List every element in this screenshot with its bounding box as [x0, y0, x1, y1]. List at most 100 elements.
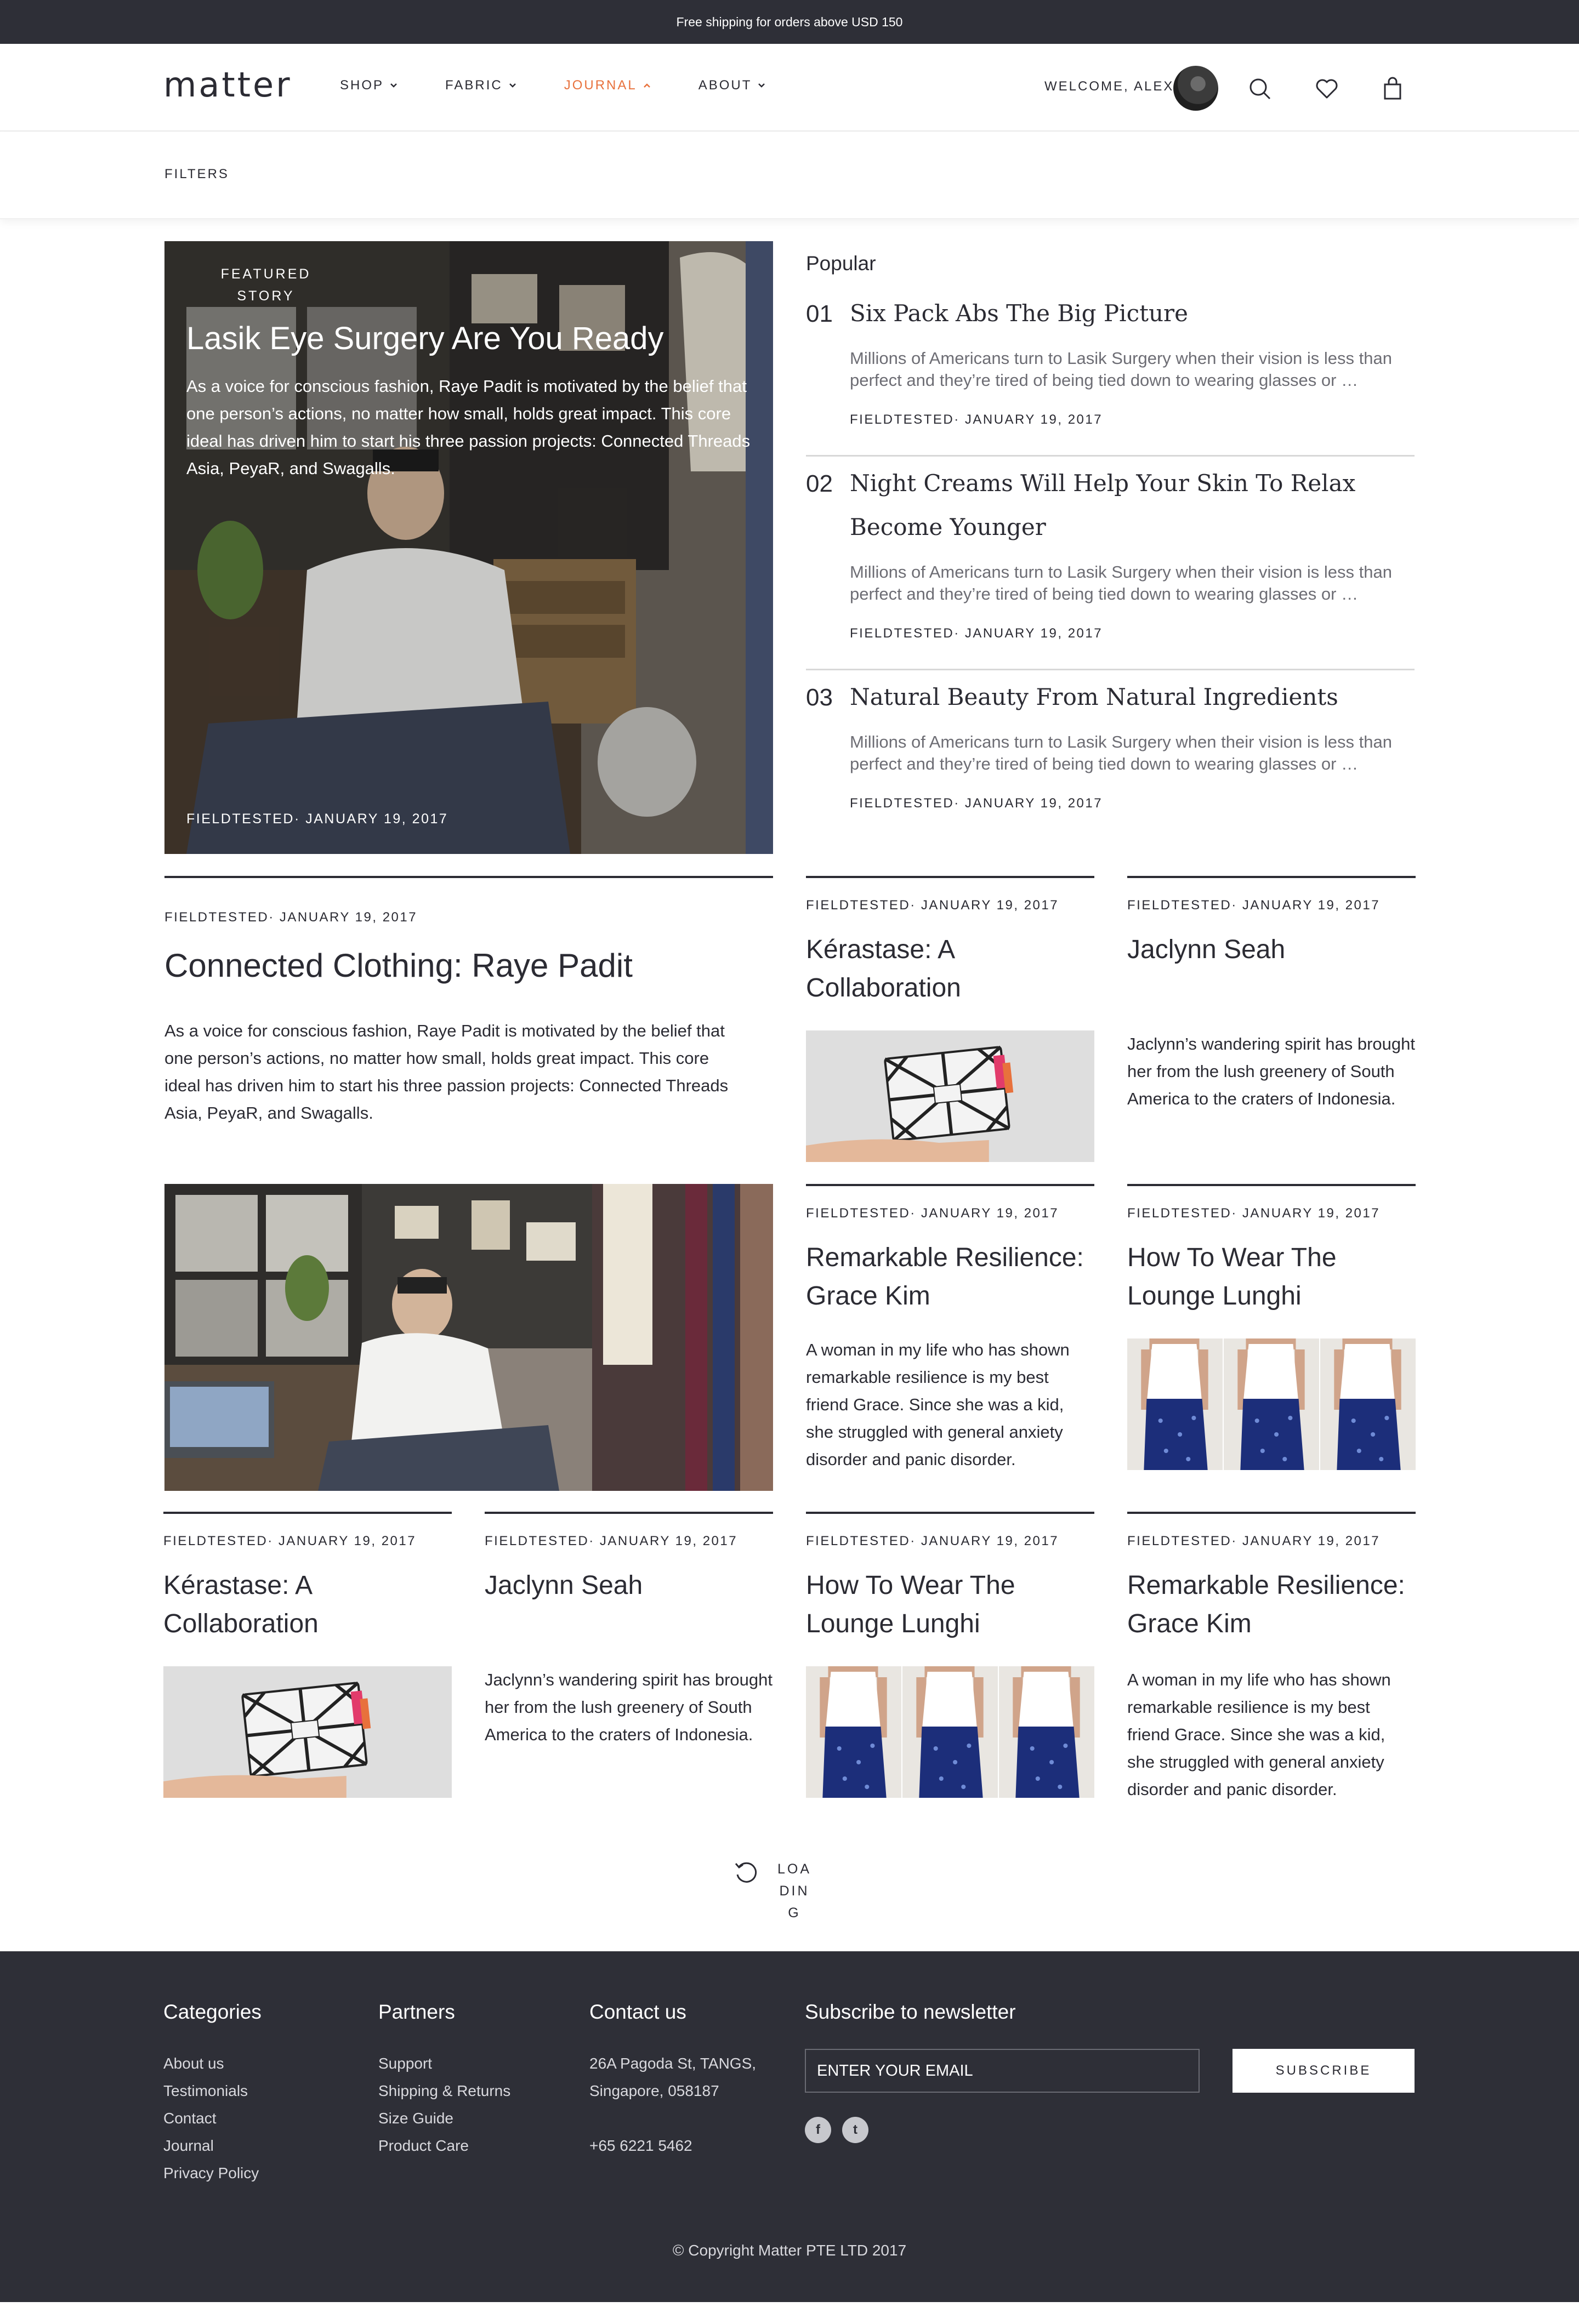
divider: [164, 876, 773, 878]
nav-item-journal[interactable]: JOURNAL: [564, 78, 652, 93]
featured-title[interactable]: Lasik Eye Surgery Are You Ready: [186, 311, 680, 366]
footer-heading: Contact us: [589, 2001, 686, 2023]
address-line: Singapore, 058187: [589, 2082, 719, 2099]
article-card-jaclynn[interactable]: FIELDTESTED· JANUARY 19, 2017 Jaclynn Se…: [1127, 876, 1416, 1161]
popular-title[interactable]: Six Pack Abs The Big Picture: [850, 292, 1415, 335]
footer-newsletter: Subscribe to newsletter: [805, 2001, 1016, 2050]
footer-link-journal[interactable]: Journal: [163, 2132, 262, 2160]
card-meta: FIELDTESTED· JANUARY 19, 2017: [485, 1534, 738, 1548]
card-meta: FIELDTESTED· JANUARY 19, 2017: [164, 910, 418, 925]
chevron-down-icon: [390, 83, 397, 88]
card-title[interactable]: How To Wear The Lounge Lunghi: [1127, 1239, 1416, 1315]
facebook-icon[interactable]: f: [805, 2117, 831, 2143]
footer-link-product-care[interactable]: Product Care: [378, 2132, 510, 2160]
avatar[interactable]: [1173, 66, 1218, 111]
footer-heading: Subscribe to newsletter: [805, 2001, 1016, 2023]
divider: [485, 1512, 773, 1514]
article-card-grace[interactable]: FIELDTESTED· JANUARY 19, 2017 Remarkable…: [806, 1184, 1094, 1480]
popular-title[interactable]: Natural Beauty From Natural Ingredients: [850, 675, 1415, 719]
popular-heading: Popular: [806, 252, 876, 275]
featured-story[interactable]: FEATURED STORY Lasik Eye Surgery Are You…: [164, 241, 773, 854]
search-icon[interactable]: [1247, 76, 1273, 102]
footer-link-testimonials[interactable]: Testimonials: [163, 2077, 262, 2105]
article-card-lunghi[interactable]: FIELDTESTED· JANUARY 19, 2017 How To Wea…: [806, 1512, 1094, 1797]
divider: [1127, 876, 1416, 878]
footer-heading: Categories: [163, 2001, 262, 2023]
nav-item-shop[interactable]: SHOP: [340, 78, 399, 93]
footer-link-size-guide[interactable]: Size Guide: [378, 2105, 510, 2132]
featured-meta: FIELDTESTED· JANUARY 19, 2017: [186, 811, 448, 827]
featured-description: As a voice for conscious fashion, Raye P…: [186, 377, 751, 478]
card-title[interactable]: Connected Clothing: Raye Padit: [164, 944, 773, 988]
popular-excerpt: Millions of Americans turn to Lasik Surg…: [850, 732, 1392, 773]
card-meta: FIELDTESTED· JANUARY 19, 2017: [163, 1534, 417, 1548]
article-card-jaclynn[interactable]: FIELDTESTED· JANUARY 19, 2017 Jaclynn Se…: [485, 1512, 773, 1797]
popular-excerpt: Millions of Americans turn to Lasik Surg…: [850, 562, 1392, 603]
article-card-kerastase[interactable]: FIELDTESTED· JANUARY 19, 2017 Kérastase:…: [806, 876, 1094, 1161]
divider: [806, 455, 1415, 457]
email-placeholder: ENTER YOUR EMAIL: [817, 2061, 973, 2080]
welcome-text: WELCOME, ALEX: [1044, 79, 1174, 94]
card-meta: FIELDTESTED· JANUARY 19, 2017: [806, 1534, 1059, 1548]
article-card-grace[interactable]: FIELDTESTED· JANUARY 19, 2017 Remarkable…: [1127, 1512, 1416, 1808]
lunghi-image: [1127, 1338, 1416, 1470]
footer-link-contact[interactable]: Contact: [163, 2105, 262, 2132]
popular-number: 02: [806, 470, 833, 497]
filters-button[interactable]: FILTERS: [164, 167, 229, 182]
heart-icon[interactable]: [1314, 76, 1340, 102]
site-header: matter SHOP FABRIC JOURNAL ABOUT WELCOME…: [0, 44, 1579, 132]
refresh-icon: [735, 1862, 757, 1883]
shipping-banner-text: Free shipping for orders above USD 150: [676, 14, 903, 29]
footer-contact: Contact us 26A Pagoda St, TANGS, Singapo…: [589, 2001, 756, 2160]
footer-link-support[interactable]: Support: [378, 2050, 510, 2077]
card-text: A woman in my life who has shown remarka…: [1127, 1670, 1391, 1799]
chevron-down-icon: [509, 83, 516, 88]
article-card-kerastase[interactable]: FIELDTESTED· JANUARY 19, 2017 Kérastase:…: [163, 1512, 452, 1797]
subscribe-button[interactable]: SUBSCRIBE: [1232, 2049, 1415, 2093]
card-meta: FIELDTESTED· JANUARY 19, 2017: [806, 898, 1059, 913]
article-card-connected[interactable]: FIELDTESTED· JANUARY 19, 2017 Connected …: [164, 876, 773, 1205]
loading-label: LOADING: [777, 1861, 812, 1921]
card-title[interactable]: Remarkable Resilience: Grace Kim: [806, 1239, 1094, 1315]
card-text: As a voice for conscious fashion, Raye P…: [164, 1021, 729, 1123]
site-footer: Categories About us Testimonials Contact…: [0, 1951, 1579, 2302]
footer-link-privacy[interactable]: Privacy Policy: [163, 2160, 262, 2187]
card-meta: FIELDTESTED· JANUARY 19, 2017: [806, 1206, 1059, 1221]
card-meta: FIELDTESTED· JANUARY 19, 2017: [1127, 1534, 1381, 1548]
card-title[interactable]: Jaclynn Seah: [485, 1567, 773, 1605]
phone-number[interactable]: +65 6221 5462: [589, 2132, 756, 2160]
card-text: Jaclynn’s wandering spirit has brought h…: [485, 1670, 773, 1744]
email-field[interactable]: ENTER YOUR EMAIL: [805, 2049, 1200, 2093]
nav-item-about[interactable]: ABOUT: [698, 78, 768, 93]
card-title[interactable]: Kérastase: A Collaboration: [163, 1567, 452, 1643]
card-text: Jaclynn’s wandering spirit has brought h…: [1127, 1034, 1416, 1108]
copyright: © Copyright Matter PTE LTD 2017: [672, 2242, 907, 2259]
card-title[interactable]: Kérastase: A Collaboration: [806, 931, 1094, 1007]
card-title[interactable]: Remarkable Resilience: Grace Kim: [1127, 1567, 1416, 1643]
chevron-up-icon: [643, 83, 650, 88]
studio-image[interactable]: [164, 1184, 773, 1491]
nav-item-fabric[interactable]: FABRIC: [445, 78, 518, 93]
nav-item-label: FABRIC: [445, 78, 503, 93]
pouch-image: [806, 1030, 1094, 1162]
article-card-lunghi[interactable]: FIELDTESTED· JANUARY 19, 2017 How To Wea…: [1127, 1184, 1416, 1469]
divider: [1127, 1184, 1416, 1186]
popular-meta: FIELDTESTED· JANUARY 19, 2017: [850, 412, 1103, 427]
twitter-icon[interactable]: t: [842, 2117, 868, 2143]
card-title[interactable]: Jaclynn Seah: [1127, 931, 1416, 969]
logo[interactable]: matter: [163, 65, 292, 105]
nav-item-label: ABOUT: [698, 78, 752, 93]
popular-title[interactable]: Night Creams Will Help Your Skin To Rela…: [850, 462, 1415, 549]
divider: [1127, 1512, 1416, 1514]
popular-number: 01: [806, 300, 833, 327]
pouch-image: [163, 1666, 452, 1798]
footer-link-about[interactable]: About us: [163, 2050, 262, 2077]
footer-link-shipping[interactable]: Shipping & Returns: [378, 2077, 510, 2105]
card-text: A woman in my life who has shown remarka…: [806, 1340, 1070, 1469]
footer-categories: Categories About us Testimonials Contact…: [163, 2001, 262, 2187]
divider: [806, 669, 1415, 670]
divider: [806, 1512, 1094, 1514]
footer-heading: Partners: [378, 2001, 455, 2023]
bag-icon[interactable]: [1379, 76, 1406, 102]
card-title[interactable]: How To Wear The Lounge Lunghi: [806, 1567, 1094, 1643]
